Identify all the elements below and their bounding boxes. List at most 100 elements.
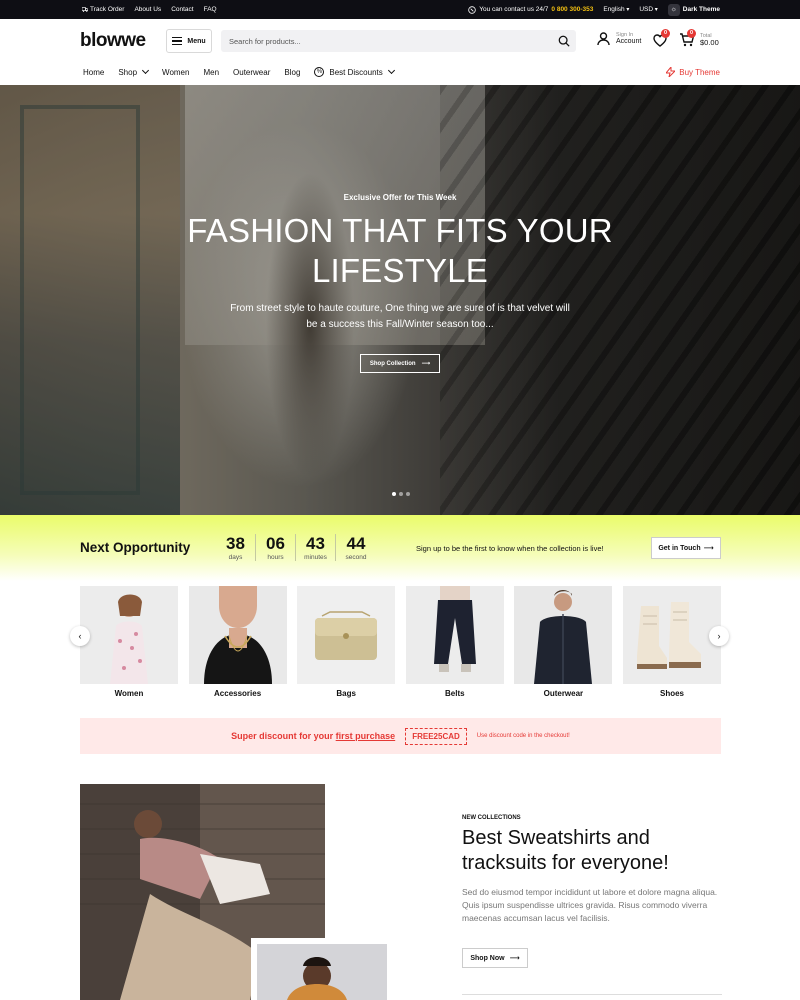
category-name-women: Women: [114, 689, 144, 698]
category-image-outerwear: [514, 586, 613, 684]
arrow-right-icon: ⟶: [509, 955, 520, 962]
discount-icon: %: [314, 67, 325, 77]
timer-days: 38 days: [216, 534, 256, 561]
hero-content: Exclusive Offer for This Week FASHION TH…: [0, 193, 800, 373]
contact-text: You can contact us 24/7: [479, 6, 549, 13]
collection-image-secondary: [251, 938, 389, 1000]
currency-select[interactable]: USD: [639, 6, 657, 13]
nav-shop-label: Shop: [118, 67, 138, 77]
hamburger-icon: [172, 37, 183, 45]
category-card-belts[interactable]: Belts: [405, 586, 504, 698]
chevron-right-icon: ›: [717, 631, 721, 641]
language-select[interactable]: English: [603, 6, 629, 13]
timer-hours-value: 06: [266, 534, 285, 553]
discount-note: Use discount code in the checkout!: [476, 733, 570, 739]
divider: [462, 994, 722, 995]
category-name-accessories: Accessories: [214, 689, 262, 698]
logo[interactable]: blowwe: [80, 30, 146, 52]
category-image-belts: [405, 586, 504, 684]
category-name-belts: Belts: [445, 689, 465, 698]
nav-item-home[interactable]: Home: [83, 67, 104, 77]
nav-item-men[interactable]: Men: [203, 67, 219, 77]
carousel-prev-button[interactable]: ‹: [70, 626, 90, 646]
discount-code[interactable]: FREE25CAD: [405, 727, 467, 745]
search-icon[interactable]: [558, 35, 570, 47]
discount-text-before: Super discount for your: [231, 731, 336, 741]
cart-button[interactable]: 0 Total $0.00: [679, 29, 719, 48]
shop-now-button[interactable]: Shop Now ⟶: [462, 948, 528, 968]
truck-icon: [82, 7, 88, 12]
first-purchase-link[interactable]: first purchase: [336, 731, 396, 741]
wishlist-badge: 0: [661, 29, 670, 38]
category-name-outerwear: Outerwear: [543, 689, 584, 698]
track-order-label: Track Order: [90, 6, 125, 13]
search-bar: [221, 30, 576, 52]
phone-number[interactable]: 0 800 300-353: [551, 6, 593, 13]
arrow-right-icon: ⟶: [421, 361, 431, 367]
timer-hours-label: hours: [267, 554, 284, 561]
main-nav: Home Shop Women Men Outerwear Blog % Best…: [0, 64, 800, 85]
category-image-accessories: [188, 586, 287, 684]
hero-eyebrow: Exclusive Offer for This Week: [343, 193, 457, 202]
timer-minutes-label: minutes: [304, 554, 327, 561]
nav-blog-label: Blog: [284, 67, 301, 77]
discount-text: Super discount for your first purchase: [231, 731, 395, 741]
timer-seconds-label: second: [345, 554, 367, 561]
nav-item-women[interactable]: Women: [162, 67, 189, 77]
faq-link[interactable]: FAQ: [204, 6, 217, 13]
timer-days-value: 38: [226, 534, 245, 553]
buy-theme-label: Buy Theme: [679, 67, 720, 77]
category-card-bags[interactable]: Bags: [297, 586, 396, 698]
category-card-shoes[interactable]: Shoes: [623, 586, 721, 698]
slider-dot[interactable]: [399, 492, 403, 496]
get-in-touch-label: Get in Touch: [658, 544, 701, 552]
discount-banner: Super discount for your first purchase F…: [80, 718, 721, 754]
sun-icon: ☼: [667, 3, 680, 16]
account-link[interactable]: Sign In Account: [597, 32, 641, 46]
hero-title: FASHION THAT FITS YOUR LIFESTYLE: [0, 211, 800, 291]
nav-item-outerwear[interactable]: Outerwear: [233, 67, 270, 77]
wishlist-button[interactable]: 0: [653, 29, 670, 48]
get-in-touch-button[interactable]: Get in Touch ⟶: [651, 537, 721, 559]
about-us-link[interactable]: About Us: [134, 6, 161, 13]
buy-theme-link[interactable]: Buy Theme: [666, 67, 720, 77]
dark-theme-label: Dark Theme: [682, 6, 720, 13]
category-card-outerwear[interactable]: Outerwear: [514, 586, 613, 698]
timer-seconds: 44 second: [336, 534, 376, 561]
slider-dot[interactable]: [392, 492, 396, 496]
timer-hours: 06 hours: [256, 534, 296, 561]
lightning-icon: [666, 67, 676, 77]
shop-now-label: Shop Now: [470, 954, 505, 962]
cart-badge: 0: [687, 29, 696, 39]
category-image-women: [80, 586, 178, 684]
nav-men-label: Men: [203, 67, 220, 77]
countdown-title: Next Opportunity: [80, 540, 191, 555]
nav-discounts-label: Best Discounts: [329, 67, 383, 77]
timer-seconds-value: 44: [346, 534, 366, 553]
timer-days-label: days: [228, 554, 243, 561]
timer-minutes-value: 43: [306, 534, 325, 553]
search-input[interactable]: [221, 30, 541, 52]
chevron-left-icon: ‹: [78, 631, 82, 641]
carousel-next-button[interactable]: ›: [709, 626, 729, 646]
shop-collection-button[interactable]: Shop Collection ⟶: [359, 354, 441, 373]
cart-total-value: $0.00: [700, 38, 719, 48]
dark-theme-toggle[interactable]: ☼ Dark Theme: [667, 3, 720, 16]
hero-banner: Exclusive Offer for This Week FASHION TH…: [0, 85, 800, 515]
account-label: Account: [616, 38, 642, 46]
slider-dot[interactable]: [406, 492, 410, 496]
header: blowwe Menu Sign In Account 0 0 Total $0…: [0, 19, 800, 64]
nav-outerwear-label: Outerwear: [233, 67, 271, 77]
hero-text: From street style to haute couture, One …: [230, 303, 570, 330]
nav-item-shop[interactable]: Shop: [118, 66, 150, 77]
track-order-link[interactable]: Track Order: [82, 6, 124, 13]
category-card-women[interactable]: Women: [80, 586, 178, 698]
menu-button[interactable]: Menu: [166, 29, 212, 53]
category-card-accessories[interactable]: Accessories: [188, 586, 287, 698]
chevron-down-icon: [387, 66, 395, 75]
nav-item-best-discounts[interactable]: % Best Discounts: [314, 66, 395, 77]
nav-item-blog[interactable]: Blog: [284, 67, 300, 77]
contact-link[interactable]: Contact: [171, 6, 193, 13]
hero-title-line1: FASHION THAT FITS YOUR: [187, 212, 613, 249]
hero-title-line2: LIFESTYLE: [311, 252, 489, 289]
